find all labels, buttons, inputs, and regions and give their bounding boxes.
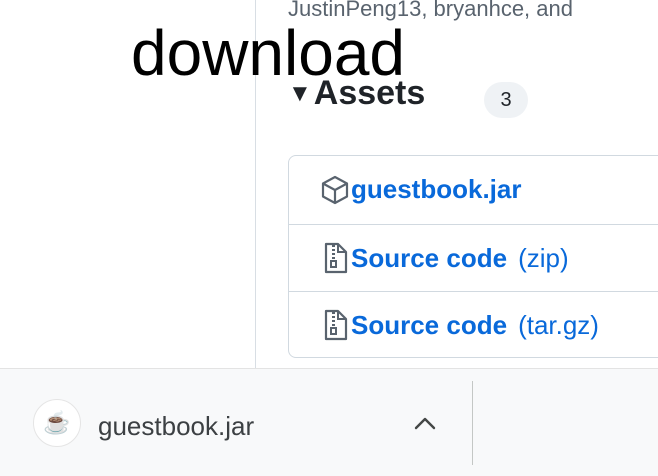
download-bar-divider (472, 381, 473, 465)
asset-link-source-zip[interactable]: Source code (351, 243, 507, 274)
chevron-up-icon (414, 417, 436, 430)
assets-count-badge: 3 (484, 82, 528, 118)
asset-link-source-targz[interactable]: Source code (351, 310, 507, 341)
java-file-icon: ☕ (33, 399, 81, 447)
download-bar: ☕ guestbook.jar (0, 368, 658, 476)
browser-page: JustinPeng13, bryanhce, and ▼ Assets 3 d… (0, 0, 658, 476)
asset-ext-zip: (zip) (518, 242, 569, 273)
download-filename: guestbook.jar (98, 411, 255, 441)
file-zip-icon (320, 242, 350, 274)
asset-link-guestbook-jar[interactable]: guestbook.jar (351, 174, 521, 205)
overlay-label: download (131, 17, 405, 89)
asset-row: guestbook.jar (289, 156, 658, 223)
asset-ext-targz: (tar.gz) (518, 309, 599, 340)
download-options-button[interactable] (405, 405, 445, 441)
asset-row: Source code (tar.gz) (289, 291, 658, 358)
asset-row: Source code (zip) (289, 224, 658, 291)
package-icon (320, 175, 350, 205)
assets-list: guestbook.jar Source code (zip) Source c… (288, 155, 658, 358)
file-zip-icon (320, 309, 350, 341)
download-item[interactable]: ☕ guestbook.jar (0, 369, 472, 476)
